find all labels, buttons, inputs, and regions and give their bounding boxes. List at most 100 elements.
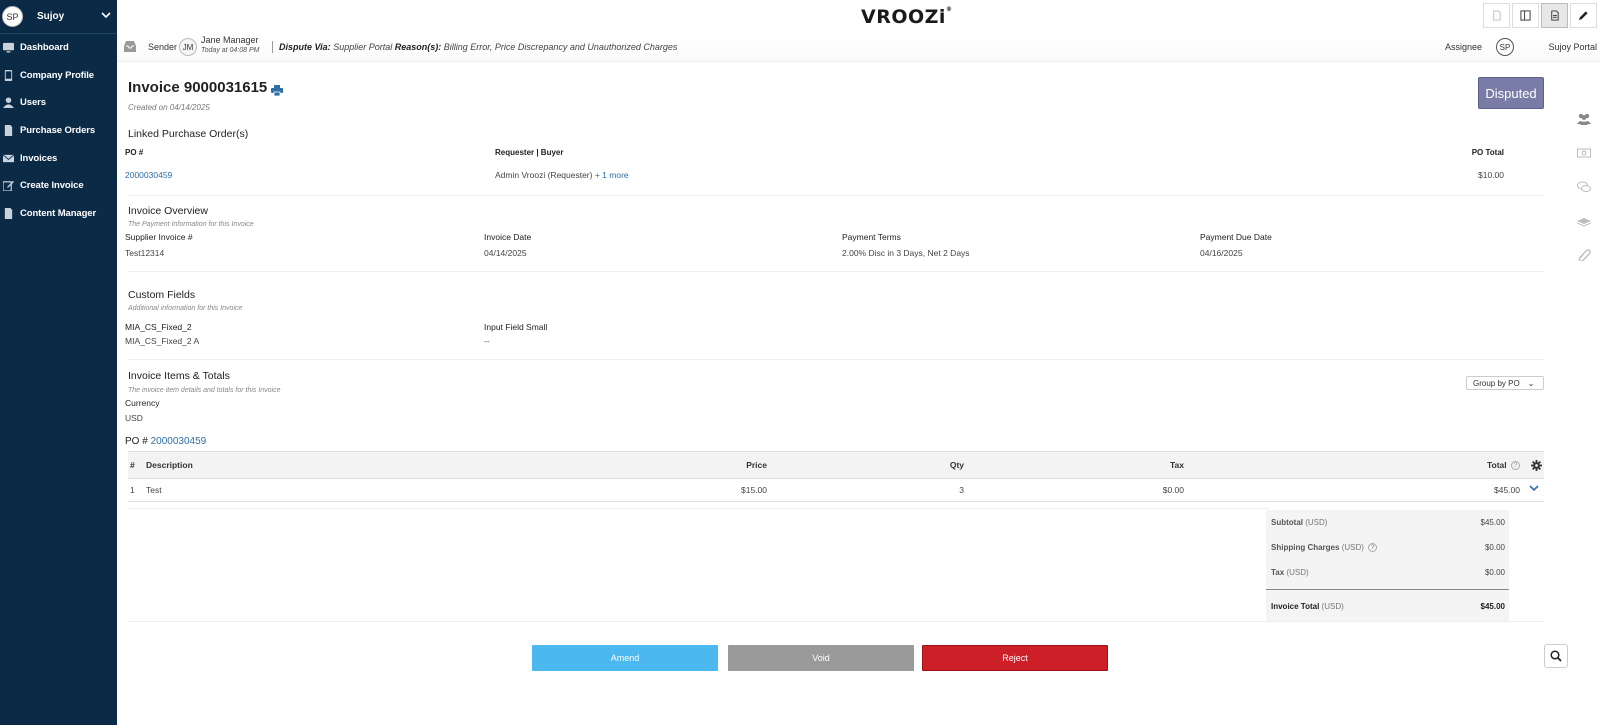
supplier-invoice-label: Supplier Invoice # (125, 232, 193, 242)
custom-field-label: MIA_CS_Fixed_2 (125, 322, 192, 332)
invoice-date-value: 04/14/2025 (484, 248, 527, 258)
edit-icon (2, 180, 14, 192)
divider (1266, 589, 1509, 590)
table-row[interactable]: 1 Test $15.00 3 $0.00 $45.00 (128, 479, 1544, 502)
column-header-description: Description (146, 460, 193, 470)
money-icon[interactable] (1576, 146, 1592, 160)
users-icon[interactable] (1576, 112, 1592, 126)
totals-panel: Subtotal (USD) $45.00 Shipping Charges (… (1266, 510, 1509, 622)
envelope-icon (2, 152, 14, 164)
edit-button[interactable] (1570, 3, 1597, 28)
column-header-total: Total ? (1487, 460, 1520, 471)
po-group-link[interactable]: 2000030459 (151, 436, 207, 447)
tablet-icon (2, 69, 14, 81)
amend-button[interactable]: Amend (532, 645, 718, 671)
created-date: Created on 04/14/2025 (128, 103, 210, 112)
gear-icon[interactable] (1531, 460, 1542, 473)
sidebar-item-invoices[interactable]: Invoices (0, 144, 117, 172)
tax-value: $0.00 (1484, 568, 1505, 577)
user-menu[interactable]: SP Sujoy (0, 0, 117, 34)
row-number: 1 (130, 485, 135, 495)
items-title: Invoice Items & Totals (128, 370, 230, 382)
divider (128, 195, 1544, 196)
search-button[interactable] (1544, 644, 1568, 668)
sidebar-item-label: Invoices (20, 152, 58, 164)
sender-time: Today at 04:08 PM (201, 47, 260, 54)
avatar: SP (2, 6, 23, 27)
column-header-price: Price (746, 460, 767, 470)
custom-fields-subtitle: Additional information for this Invoice (128, 305, 243, 312)
comments-icon[interactable] (1576, 180, 1592, 194)
split-view-button[interactable] (1512, 3, 1539, 28)
payment-due-date-value: 04/16/2025 (1200, 248, 1243, 258)
po-total-column-header: PO Total (1471, 148, 1504, 157)
chevron-down-icon[interactable] (101, 11, 111, 22)
item-qty: 3 (959, 485, 964, 495)
monitor-icon (2, 42, 14, 54)
info-icon[interactable]: ? (1511, 461, 1520, 471)
top-bar: VROOZi® (117, 0, 1600, 32)
divider (128, 508, 1268, 509)
sidebar-item-label: Dashboard (20, 42, 69, 54)
sidebar-item-label: Create Invoice (20, 180, 84, 192)
view-toolbar (1483, 3, 1597, 28)
sidebar-item-purchase-orders[interactable]: Purchase Orders (0, 117, 117, 145)
linked-po-title: Linked Purchase Order(s) (128, 128, 249, 140)
sender-label: Sender (148, 42, 178, 52)
app-root: SP Sujoy Dashboard Company Profile Users… (0, 0, 1600, 725)
reject-button[interactable]: Reject (922, 645, 1108, 671)
column-header-number: # (130, 460, 135, 470)
document-view-button[interactable] (1483, 3, 1510, 28)
item-description-link[interactable]: Test (146, 485, 162, 495)
sender-name: Jane Manager (201, 35, 259, 45)
requester-column-header: Requester | Buyer (495, 148, 564, 157)
overview-title: Invoice Overview (128, 205, 208, 217)
linked-po-link[interactable]: 2000030459 (125, 170, 172, 180)
item-tax: $0.00 (1162, 485, 1184, 495)
items-table-header: # Description Price Qty Tax Total ? (128, 451, 1544, 479)
item-price: $15.00 (741, 485, 767, 495)
stack-icon[interactable] (1576, 214, 1592, 228)
chevron-down-icon[interactable] (1529, 484, 1539, 494)
document-icon (2, 125, 14, 137)
column-header-qty: Qty (949, 460, 964, 470)
detail-view-button[interactable] (1541, 3, 1568, 28)
sidebar-item-content-manager[interactable]: Content Manager (0, 200, 117, 228)
search-icon (1550, 650, 1562, 662)
username: Sujoy (37, 11, 65, 22)
void-button[interactable]: Void (728, 645, 914, 671)
sidebar-item-create-invoice[interactable]: Create Invoice (0, 172, 117, 200)
more-requesters-link[interactable]: + 1 more (595, 170, 629, 180)
column-header-tax: Tax (1169, 460, 1184, 470)
vroozi-logo[interactable]: VROOZi® (861, 6, 952, 28)
custom-field-value: MIA_CS_Fixed_2 A (125, 336, 200, 346)
po-total-value: $10.00 (1478, 170, 1504, 180)
custom-field-label: Input Field Small (484, 322, 548, 332)
paperclip-icon[interactable] (1576, 248, 1592, 262)
split-view-icon (1520, 10, 1531, 21)
sidebar-item-dashboard[interactable]: Dashboard (0, 34, 117, 62)
sidebar: SP Sujoy Dashboard Company Profile Users… (0, 0, 117, 725)
assignee-label: Assignee (1444, 42, 1482, 52)
print-icon[interactable] (271, 83, 283, 101)
invoice-total-value: $45.00 (1480, 602, 1505, 611)
overview-subtitle: The Payment Information for this Invoice (128, 221, 254, 228)
custom-fields-title: Custom Fields (128, 289, 196, 301)
detail-document-icon (1551, 10, 1559, 21)
sidebar-item-users[interactable]: Users (0, 89, 117, 117)
group-by-select[interactable]: Group by PO ⌄ (1466, 376, 1544, 390)
sidebar-item-label: Content Manager (20, 207, 97, 219)
sidebar-item-label: Purchase Orders (20, 125, 96, 137)
sidebar-item-company-profile[interactable]: Company Profile (0, 62, 117, 90)
info-icon[interactable]: ? (1368, 543, 1378, 553)
invoice-date-label: Invoice Date (484, 232, 532, 242)
supplier-invoice-value: Test12314 (125, 248, 165, 258)
divider (128, 359, 1544, 360)
subtotal-value: $45.00 (1480, 518, 1505, 527)
currency-label: Currency (125, 398, 160, 408)
sidebar-item-label: Users (20, 97, 46, 109)
inbox-icon (123, 40, 137, 55)
currency-value: USD (125, 413, 143, 423)
chevron-down-icon: ⌄ (1527, 378, 1535, 388)
assignee-avatar: SP (1496, 38, 1514, 56)
